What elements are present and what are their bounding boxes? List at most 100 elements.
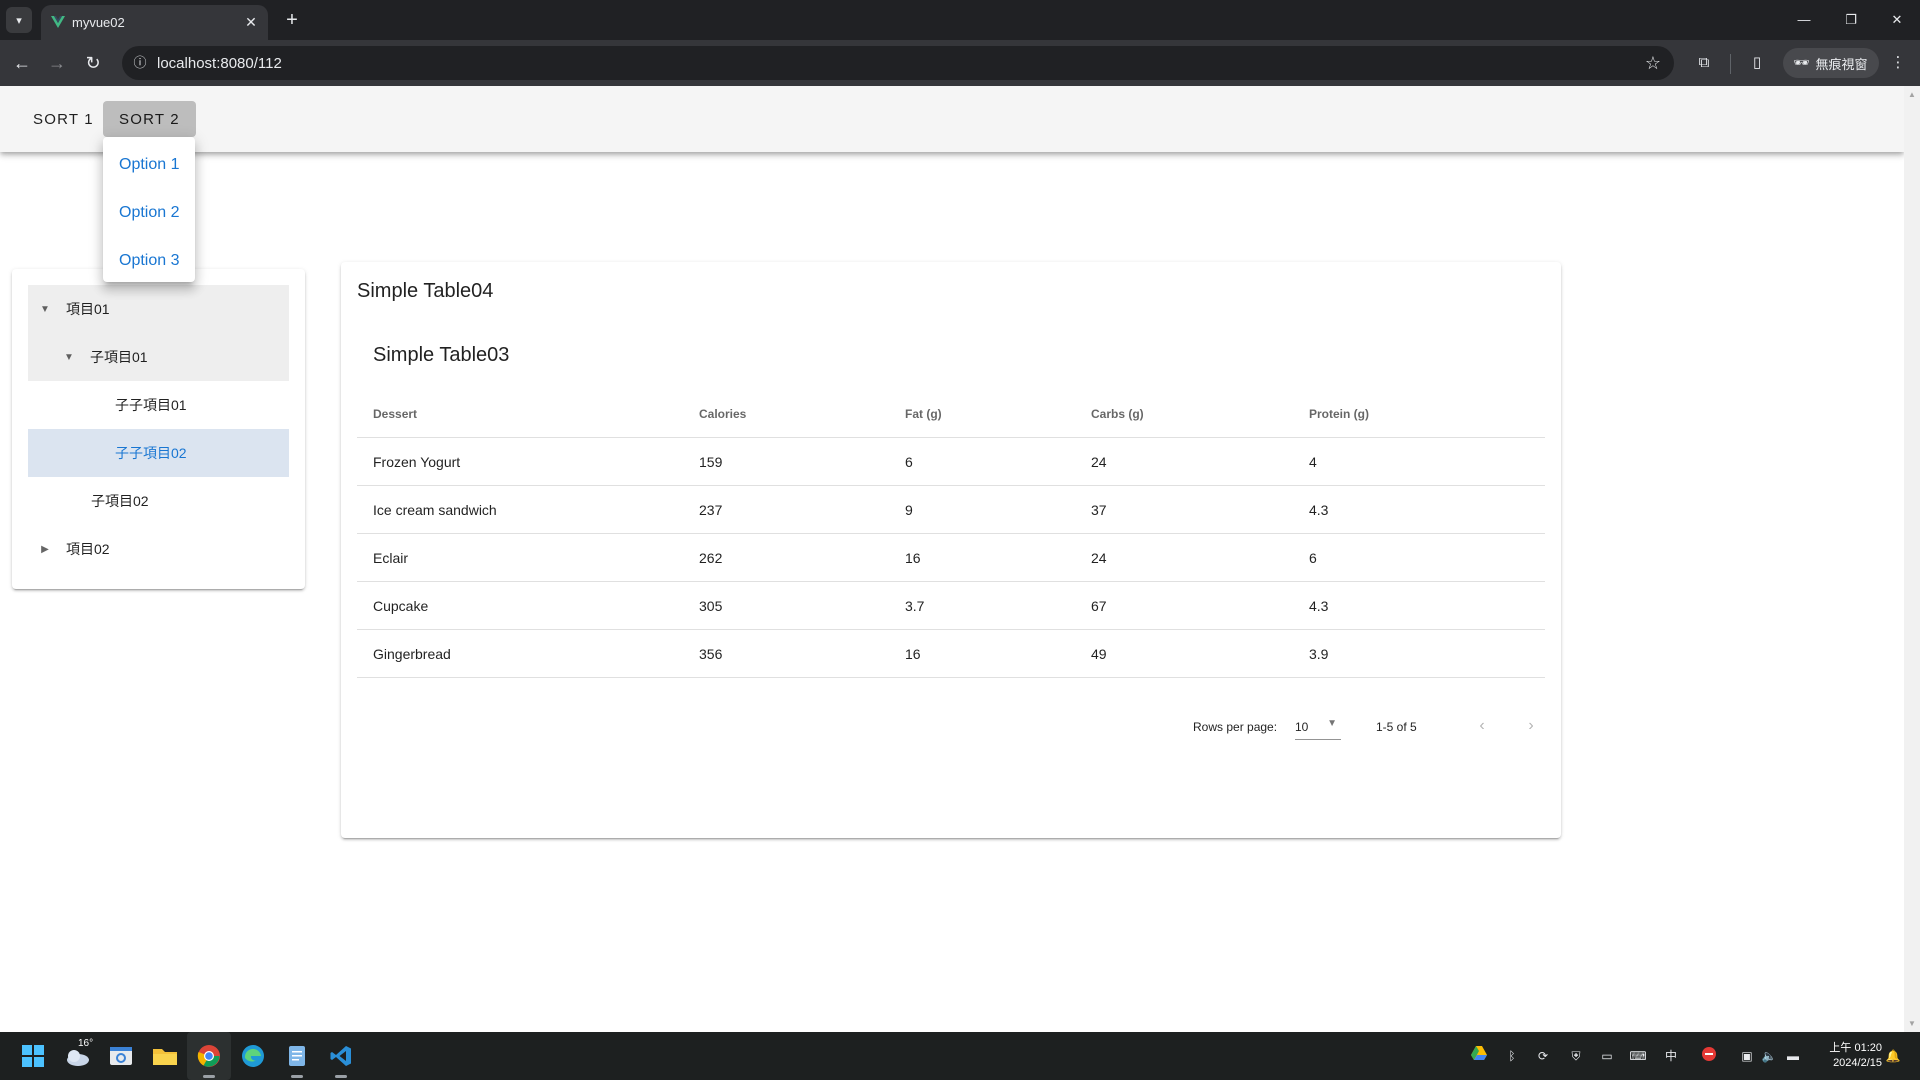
taskbar-clock[interactable]: 上午 01:20 2024/2/15 [1814, 1041, 1882, 1071]
table-cell: Eclair [373, 549, 409, 566]
ime-indicator[interactable]: 中 [1661, 1046, 1681, 1066]
tree-item-label: 子子項目02 [115, 445, 187, 461]
menu-item-option-3[interactable]: Option 3 [103, 237, 195, 285]
table-row: Gingerbread 356 16 49 3.9 [357, 630, 1545, 678]
scroll-up-icon[interactable]: ▲ [1908, 90, 1916, 99]
browser-tab[interactable]: myvue02 ✕ [41, 5, 268, 40]
rows-per-page-select[interactable]: 10 ▼ [1295, 710, 1341, 740]
caret-right-icon[interactable]: ▶ [38, 542, 52, 556]
column-header[interactable]: Carbs (g) [1091, 390, 1309, 437]
table-cell: 9 [905, 501, 913, 518]
edge-icon[interactable] [238, 1041, 268, 1071]
google-drive-icon[interactable] [1469, 1046, 1489, 1066]
bluetooth-icon[interactable]: ᛒ [1502, 1046, 1522, 1066]
table-cell: 6 [905, 453, 913, 470]
clock-date: 2024/2/15 [1833, 1057, 1882, 1069]
keyboard-icon[interactable]: ⌨ [1628, 1046, 1648, 1066]
table-row: Frozen Yogurt 159 6 24 4 [357, 438, 1545, 486]
chrome-icon[interactable] [194, 1041, 224, 1071]
star-icon[interactable]: ☆ [1642, 52, 1664, 74]
app-icon[interactable] [106, 1041, 136, 1071]
network-icon[interactable]: ▣ [1737, 1046, 1757, 1066]
tree-item[interactable]: 子子項目01 [28, 381, 289, 429]
windows-taskbar: 16° ᛒ ⟳ ⛨ ▭ ⌨ 中 ▣ 🔈 ▬ 上午 01:20 2024/2/15… [0, 1032, 1920, 1080]
caret-down-icon[interactable]: ▼ [62, 350, 76, 364]
folder-icon[interactable] [150, 1041, 180, 1071]
tree-item-label: 子項目02 [91, 493, 149, 509]
table-cell: 237 [699, 501, 723, 518]
volume-icon[interactable]: 🔈 [1759, 1046, 1779, 1066]
info-icon[interactable]: ⓘ [130, 53, 150, 73]
security-icon[interactable]: ⛨ [1566, 1046, 1586, 1066]
windows-start-icon[interactable] [18, 1041, 48, 1071]
table-cell: 4.3 [1309, 597, 1329, 614]
tree-item-selected[interactable]: 子子項目02 [28, 429, 289, 477]
window-close-icon[interactable]: ✕ [1885, 8, 1909, 32]
column-header[interactable]: Fat (g) [905, 390, 1091, 437]
weather-temp: 16° [78, 1038, 94, 1049]
chevron-left-icon[interactable]: ‹ [1468, 712, 1496, 740]
reload-icon[interactable]: ↻ [81, 51, 105, 75]
usb-icon[interactable]: ▭ [1597, 1046, 1617, 1066]
notification-bell-icon[interactable]: 🔔 [1883, 1046, 1903, 1066]
notepad-icon[interactable] [282, 1041, 312, 1071]
table-footer: Rows per page: 10 ▼ 1-5 of 5 ‹ › [357, 698, 1545, 758]
more-vert-icon[interactable]: ⋮ [1886, 51, 1910, 75]
minimize-icon[interactable]: — [1792, 8, 1816, 32]
address-bar[interactable]: ⓘ localhost:8080/112 ☆ [122, 46, 1674, 80]
table-row: Cupcake 305 3.7 67 4.3 [357, 582, 1545, 630]
tab-title: myvue02 [72, 15, 125, 30]
scroll-down-icon[interactable]: ▼ [1908, 1019, 1916, 1028]
table-cell: Gingerbread [373, 645, 451, 662]
sort1-button[interactable]: SORT 1 [17, 101, 110, 137]
weather-icon[interactable]: 16° [62, 1038, 96, 1071]
menu-item-option-2[interactable]: Option 2 [103, 189, 195, 237]
page-viewport: SORT 1 SORT 2 Option 1 Option 2 Option 3… [0, 86, 1920, 1032]
tree-item[interactable]: ▼ 項目01 [28, 285, 289, 333]
table-cell: 4.3 [1309, 501, 1329, 518]
side-panel-icon[interactable]: ▯ [1745, 51, 1769, 75]
sync-icon[interactable]: ⟳ [1533, 1046, 1553, 1066]
restore-icon[interactable]: ❐ [1839, 8, 1863, 32]
arrow-left-icon[interactable]: ← [10, 51, 34, 75]
vscode-icon[interactable] [326, 1041, 356, 1071]
table-cell: 159 [699, 453, 723, 470]
sort2-button[interactable]: SORT 2 [103, 101, 196, 137]
app-bar: SORT 1 SORT 2 [0, 86, 1904, 152]
table-cell: 24 [1091, 453, 1107, 470]
table-cell: 16 [905, 549, 921, 566]
caret-down-icon[interactable]: ▼ [38, 302, 52, 316]
table-cell: Ice cream sandwich [373, 501, 497, 518]
menu-item-option-1[interactable]: Option 1 [103, 141, 195, 189]
column-header[interactable]: Protein (g) [1309, 390, 1545, 437]
clock-time: 上午 01:20 [1829, 1042, 1882, 1054]
table-cell: 356 [699, 645, 723, 662]
table-cell: 6 [1309, 549, 1317, 566]
chevron-right-icon[interactable]: › [1517, 712, 1545, 740]
table-cell: Frozen Yogurt [373, 453, 461, 470]
table-row: Eclair 262 16 24 6 [357, 534, 1545, 582]
incognito-icon: 🕶 [1793, 55, 1810, 70]
tree-item-label: 子項目01 [90, 349, 148, 365]
table-cell: 49 [1091, 645, 1107, 662]
chevron-down-icon[interactable]: ▾ [6, 7, 32, 33]
column-header[interactable]: Calories [699, 390, 905, 437]
close-icon[interactable]: ✕ [242, 13, 260, 31]
antivirus-icon[interactable] [1699, 1046, 1719, 1066]
tree-item[interactable]: 子項目02 [28, 477, 289, 525]
tree-item[interactable]: ▼ 子項目01 [28, 333, 289, 381]
tree-item[interactable]: ▶ 項目02 [28, 525, 289, 573]
url-text[interactable]: localhost:8080/112 [157, 55, 282, 72]
column-header[interactable]: Dessert [357, 390, 699, 437]
battery-icon[interactable]: ▬ [1783, 1046, 1803, 1066]
sort2-dropdown-menu: Option 1 Option 2 Option 3 [103, 137, 195, 282]
puzzle-icon[interactable]: ⧉ [1692, 51, 1716, 75]
browser-tab-bar: ▾ myvue02 ✕ + — ❐ ✕ [0, 0, 1920, 40]
tree-item-label: 項目01 [66, 301, 110, 317]
page-scrollbar[interactable]: ▲ ▼ [1904, 86, 1920, 1032]
running-indicator [335, 1075, 347, 1078]
arrow-right-icon[interactable]: → [45, 51, 69, 75]
plus-icon[interactable]: + [280, 9, 304, 33]
table-cell: 16 [905, 645, 921, 662]
incognito-badge[interactable]: 🕶 無痕視窗 [1783, 48, 1879, 78]
